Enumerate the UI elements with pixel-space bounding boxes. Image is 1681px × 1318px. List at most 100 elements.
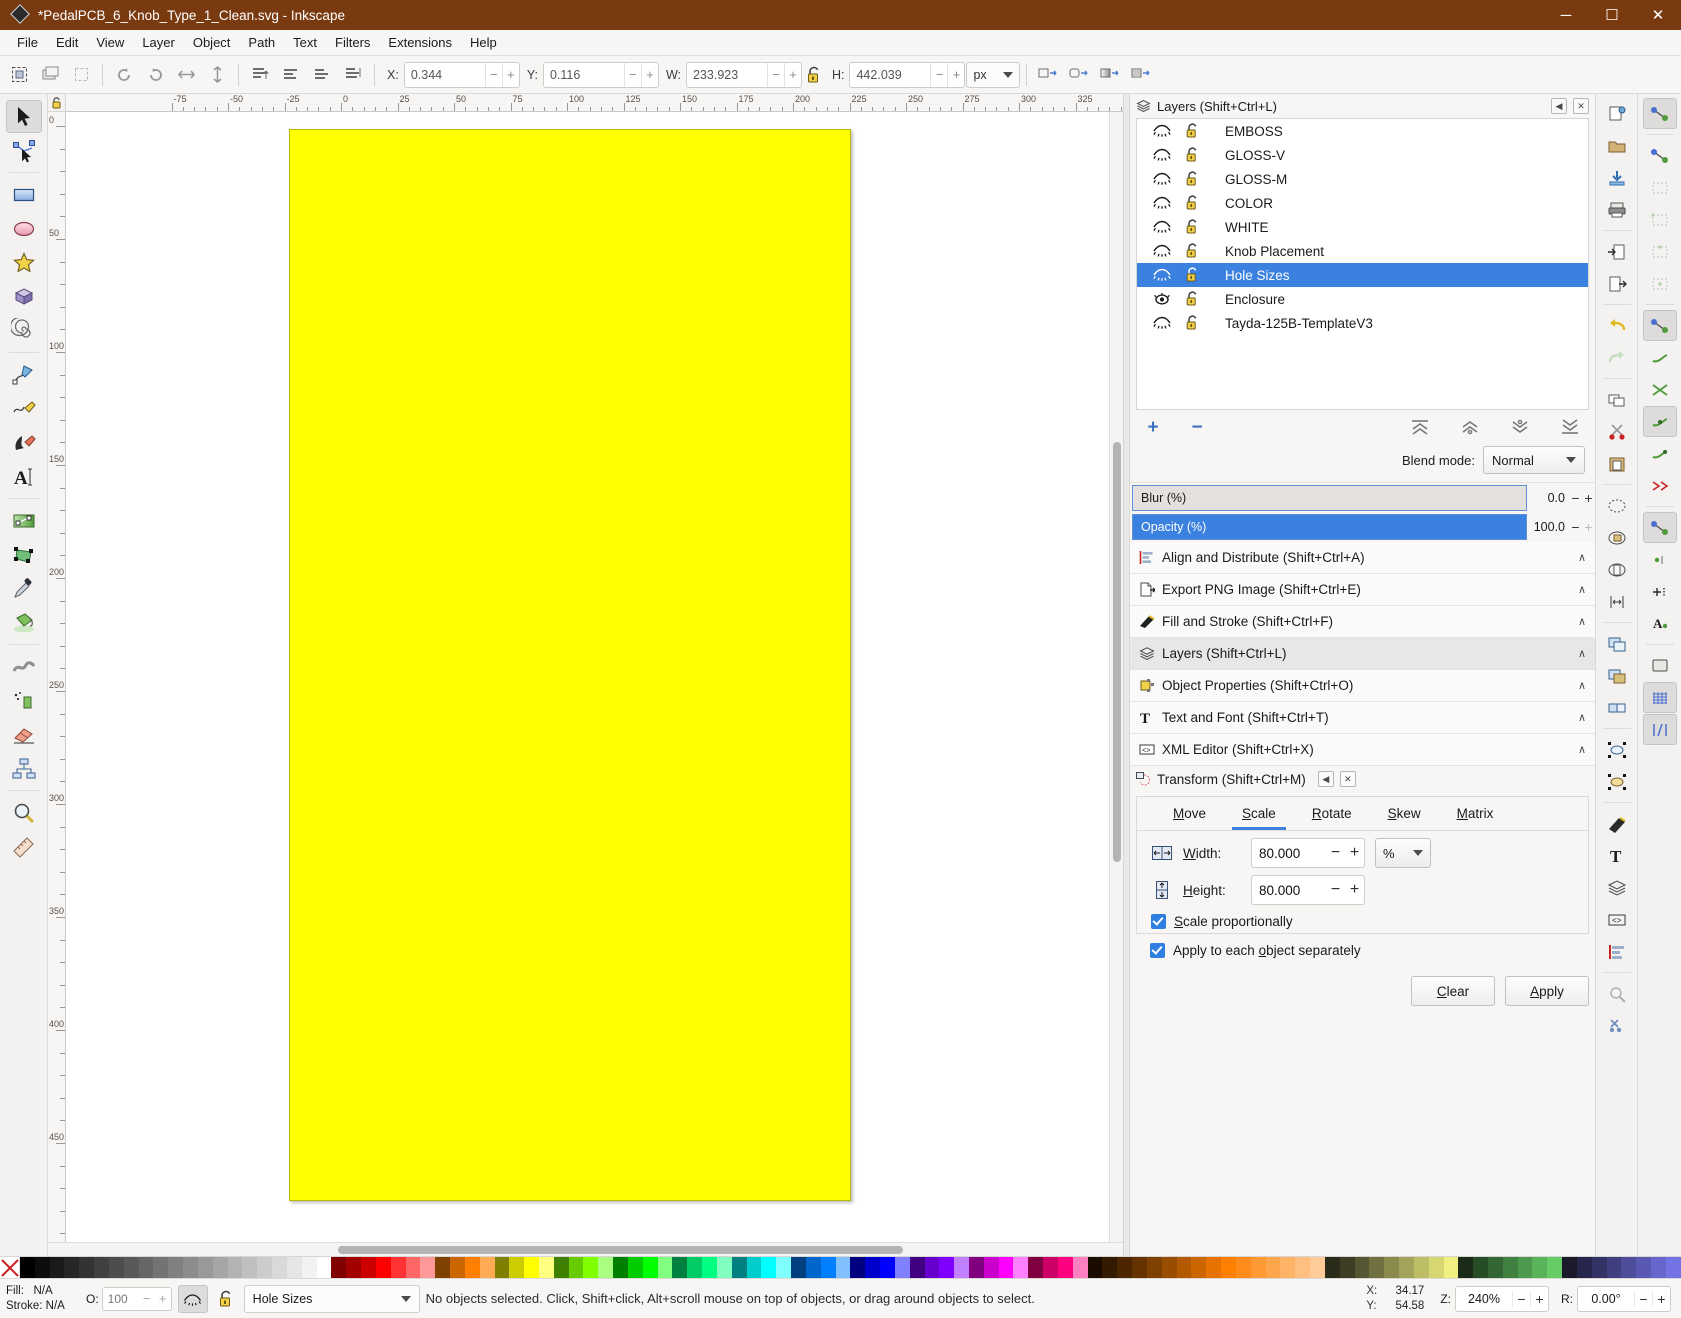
lower-layer-to-bottom-button[interactable] [1559, 418, 1581, 436]
select-all-layers-button[interactable] [35, 60, 65, 90]
snap-guides-button[interactable] [1642, 714, 1677, 745]
palette-swatch[interactable] [1087, 1257, 1103, 1278]
opacity-decrement[interactable]: − [1569, 519, 1582, 535]
rotate-ccw-button[interactable] [109, 60, 139, 90]
export-file-button[interactable] [1600, 268, 1634, 299]
remove-layer-button[interactable]: − [1188, 418, 1206, 437]
palette-swatch[interactable] [49, 1257, 65, 1278]
raise-to-top-button[interactable] [245, 60, 275, 90]
selector-tool[interactable] [5, 100, 42, 133]
raise-button[interactable] [276, 60, 306, 90]
measure-tool[interactable] [6, 830, 42, 863]
zoom-selection-button[interactable] [1600, 490, 1634, 521]
raise-layer-button[interactable] [1459, 418, 1481, 436]
gradient-tool[interactable] [6, 504, 42, 537]
palette-swatch[interactable] [464, 1257, 480, 1278]
xml-editor-button[interactable]: <> [1600, 904, 1634, 935]
accordion-row[interactable]: Layers (Shift+Ctrl+L) ∧ [1130, 638, 1595, 670]
layer-row[interactable]: COLOR [1137, 191, 1588, 215]
layer-name[interactable]: Knob Placement [1225, 244, 1324, 259]
palette-swatch[interactable] [153, 1257, 169, 1278]
layer-lock-icon[interactable] [1177, 266, 1207, 284]
palette-swatch[interactable] [494, 1257, 510, 1278]
layer-visibility-icon[interactable] [1147, 292, 1177, 307]
palette-swatch[interactable] [524, 1257, 539, 1278]
clear-button[interactable]: Clear [1411, 976, 1495, 1006]
chevron-up-icon[interactable]: ∧ [1578, 615, 1586, 628]
palette-swatch[interactable] [1043, 1257, 1058, 1278]
palette-swatch[interactable] [1206, 1257, 1222, 1278]
layer-visibility-icon[interactable] [1147, 220, 1177, 235]
vertical-scroll-thumb[interactable] [1113, 442, 1121, 862]
palette-swatch[interactable] [1517, 1257, 1533, 1278]
snap-object-centers-button[interactable] [1643, 544, 1677, 575]
layer-lock-toggle[interactable] [214, 1286, 238, 1312]
palette-swatch[interactable] [1057, 1257, 1073, 1278]
rotation-field[interactable]: 0.00° − + [1577, 1285, 1671, 1312]
scale-unit-select[interactable]: % [1375, 838, 1431, 868]
palette-swatch[interactable] [1221, 1257, 1236, 1278]
palette-swatch[interactable] [613, 1257, 628, 1278]
duplicate-button[interactable] [1600, 628, 1634, 659]
layer-lock-icon[interactable] [1177, 170, 1207, 188]
palette-swatch[interactable] [746, 1257, 762, 1278]
blur-decrement[interactable]: − [1569, 490, 1582, 506]
palette-swatch[interactable] [1324, 1257, 1340, 1278]
palette-swatch[interactable] [168, 1257, 184, 1278]
snap-grids-button[interactable] [1642, 682, 1677, 713]
layer-row[interactable]: WHITE [1137, 215, 1588, 239]
palette-swatch[interactable] [954, 1257, 969, 1278]
transform-close-button[interactable]: ✕ [1339, 771, 1356, 787]
palette-swatch[interactable] [1250, 1257, 1266, 1278]
snap-path-intersections-button[interactable] [1643, 374, 1677, 405]
palette-swatch[interactable] [627, 1257, 643, 1278]
scale-proportionally-checkbox[interactable] [1151, 914, 1166, 929]
palette-swatch[interactable] [1532, 1257, 1548, 1278]
palette-swatch[interactable] [1636, 1257, 1652, 1278]
palette-swatch[interactable] [1072, 1257, 1088, 1278]
snap-page-border-button[interactable] [1643, 650, 1677, 681]
affect-gradients-button[interactable] [1095, 60, 1125, 90]
status-opacity-increment[interactable]: + [155, 1291, 171, 1306]
fill-and-stroke-button[interactable] [1600, 808, 1634, 839]
accordion-row[interactable]: Object Properties (Shift+Ctrl+O) ∧ [1130, 670, 1595, 702]
snap-nodes-paths-button[interactable] [1642, 310, 1677, 341]
layer-visibility-icon[interactable] [1147, 124, 1177, 139]
palette-swatch[interactable] [1413, 1257, 1429, 1278]
palette-swatch[interactable] [1651, 1257, 1666, 1278]
layers-button[interactable] [1600, 872, 1634, 903]
transform-tab-move[interactable]: Move [1155, 797, 1224, 830]
palette-swatch[interactable] [390, 1257, 406, 1278]
h-increment[interactable]: + [947, 62, 964, 87]
layers-list[interactable]: EMBOSS GLOSS-V GLOSS-M COLOR WHITE Knob Place… [1136, 118, 1589, 410]
accordion-row[interactable]: <> XML Editor (Shift+Ctrl+X) ∧ [1130, 734, 1595, 766]
group-button[interactable] [1600, 660, 1634, 691]
layer-name[interactable]: Tayda-125B-TemplateV3 [1225, 316, 1373, 331]
palette-swatch[interactable] [375, 1257, 391, 1278]
menu-edit[interactable]: Edit [47, 32, 87, 53]
transform-tab-matrix[interactable]: Matrix [1439, 797, 1512, 830]
palette-swatch[interactable] [1280, 1257, 1296, 1278]
menu-file[interactable]: File [8, 32, 47, 53]
layer-lock-icon[interactable] [1177, 146, 1207, 164]
canvas-horizontal-scrollbar[interactable] [48, 1242, 1123, 1256]
palette-swatch[interactable] [1428, 1257, 1444, 1278]
palette-swatch[interactable] [1399, 1257, 1414, 1278]
close-button[interactable]: ✕ [1635, 0, 1681, 30]
blur-slider[interactable]: Blur (%) [1132, 484, 1527, 511]
palette-swatch[interactable] [242, 1257, 258, 1278]
snap-text-baselines-button[interactable]: A [1643, 608, 1677, 639]
snap-bbox-centers-button[interactable] [1643, 268, 1677, 299]
scale-height-increment[interactable]: + [1345, 876, 1364, 904]
zoom-decrement[interactable]: − [1512, 1290, 1530, 1307]
palette-swatch[interactable] [1191, 1257, 1207, 1278]
menu-help[interactable]: Help [461, 32, 506, 53]
layer-visibility-icon[interactable] [1147, 244, 1177, 259]
layer-name[interactable]: Enclosure [1225, 292, 1285, 307]
palette-swatch[interactable] [1621, 1257, 1637, 1278]
blend-mode-select[interactable]: Normal [1483, 446, 1585, 474]
palette-swatch[interactable] [64, 1257, 80, 1278]
zoom-page-button[interactable] [1600, 554, 1634, 585]
palette-swatch[interactable] [1354, 1257, 1370, 1278]
layer-visibility-toggle[interactable] [177, 1284, 208, 1313]
